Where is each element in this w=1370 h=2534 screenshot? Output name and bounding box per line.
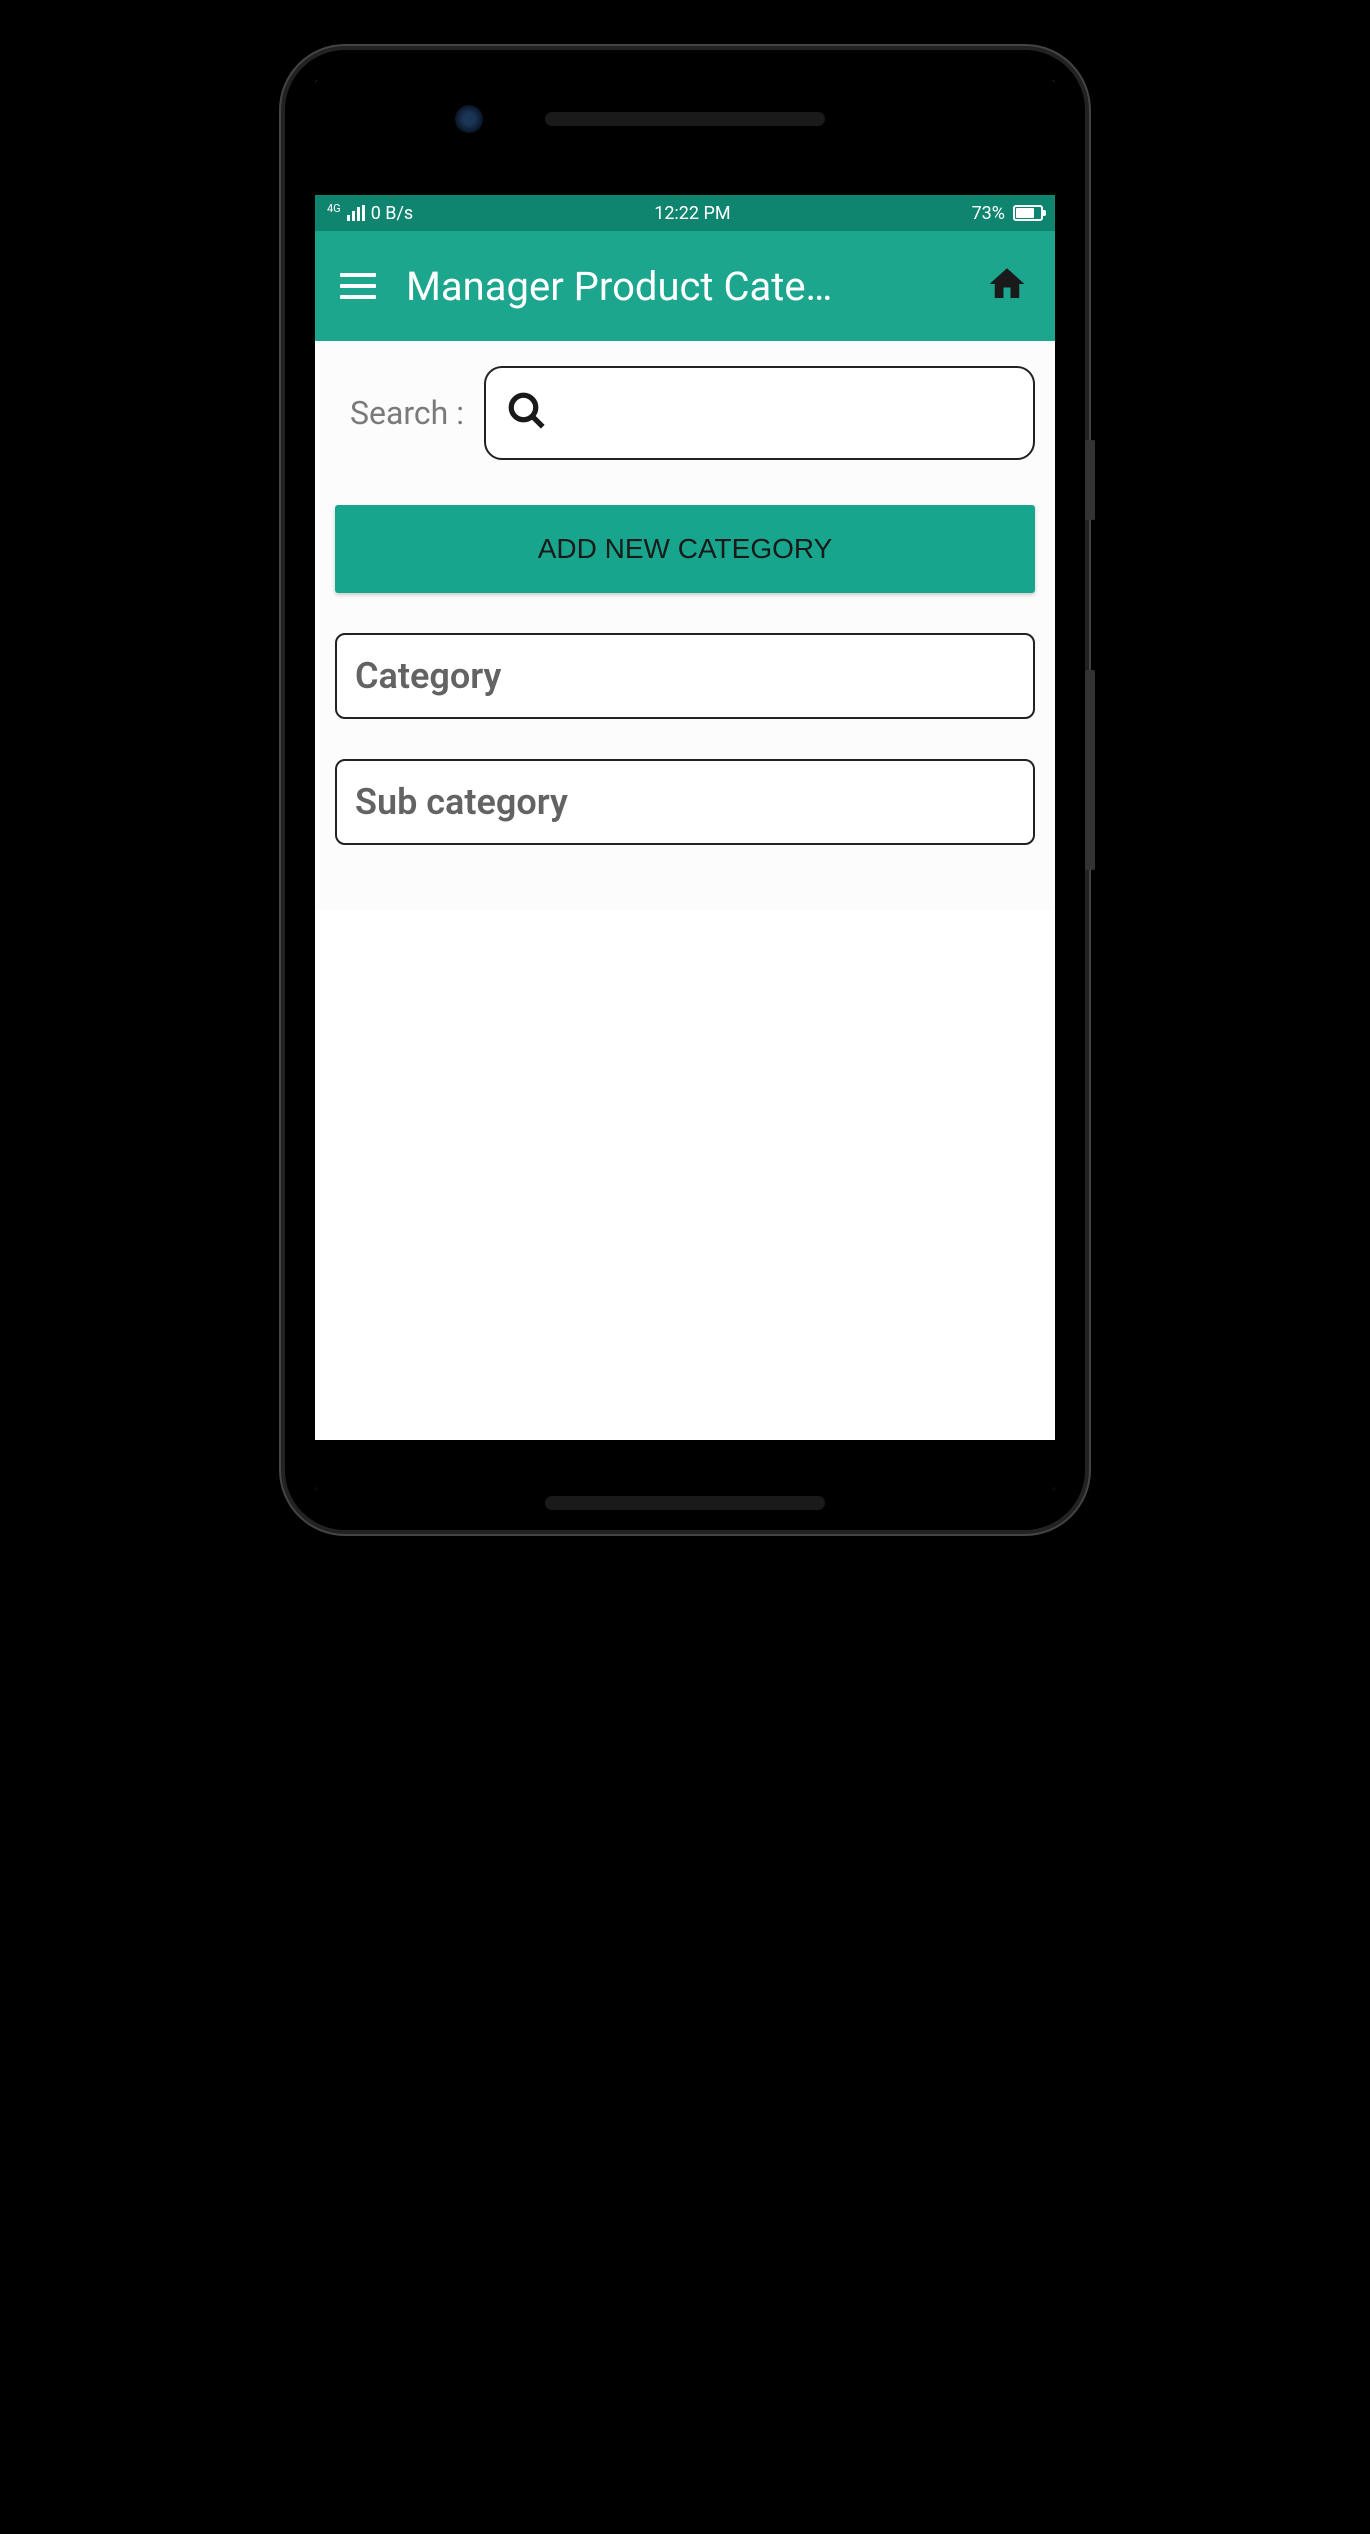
battery-icon — [1013, 205, 1043, 221]
subcategory-field-label: Sub category — [355, 781, 568, 823]
page-title: Manager Product Cate… — [406, 263, 954, 310]
menu-icon[interactable] — [340, 273, 376, 299]
phone-camera — [455, 105, 483, 133]
category-field[interactable]: Category — [335, 633, 1035, 719]
screen-bezel-top — [315, 80, 1055, 195]
app-bar: Manager Product Cate… — [315, 231, 1055, 341]
phone-speaker-bottom — [545, 1496, 825, 1510]
status-right: 73% — [972, 203, 1043, 224]
search-box[interactable] — [484, 366, 1035, 460]
phone-speaker-top — [545, 112, 825, 126]
screen-bezel-bottom — [315, 1440, 1055, 1490]
status-left: 4G 0 B/s — [327, 203, 413, 224]
status-time: 12:22 PM — [654, 203, 730, 224]
signal-icon — [347, 205, 365, 221]
search-icon — [506, 390, 548, 436]
status-bar: 4G 0 B/s 12:22 PM 73% — [315, 195, 1055, 231]
network-type-label: 4G — [327, 202, 341, 215]
phone-device-frame: 4G 0 B/s 12:22 PM 73% — [285, 50, 1085, 1530]
battery-percent-label: 73% — [972, 203, 1005, 224]
search-row: Search : — [335, 366, 1035, 460]
category-field-label: Category — [355, 655, 501, 697]
search-input[interactable] — [563, 397, 1013, 429]
phone-volume-button — [1085, 670, 1095, 870]
phone-screen: 4G 0 B/s 12:22 PM 73% — [315, 80, 1055, 1490]
subcategory-field[interactable]: Sub category — [335, 759, 1035, 845]
home-icon[interactable] — [984, 263, 1030, 309]
content-area: Search : ADD NEW CATEGORY Category — [315, 341, 1055, 910]
phone-power-button — [1085, 440, 1095, 520]
search-label: Search : — [335, 394, 464, 432]
network-speed-label: 0 B/s — [371, 203, 414, 224]
add-new-category-button[interactable]: ADD NEW CATEGORY — [335, 505, 1035, 593]
